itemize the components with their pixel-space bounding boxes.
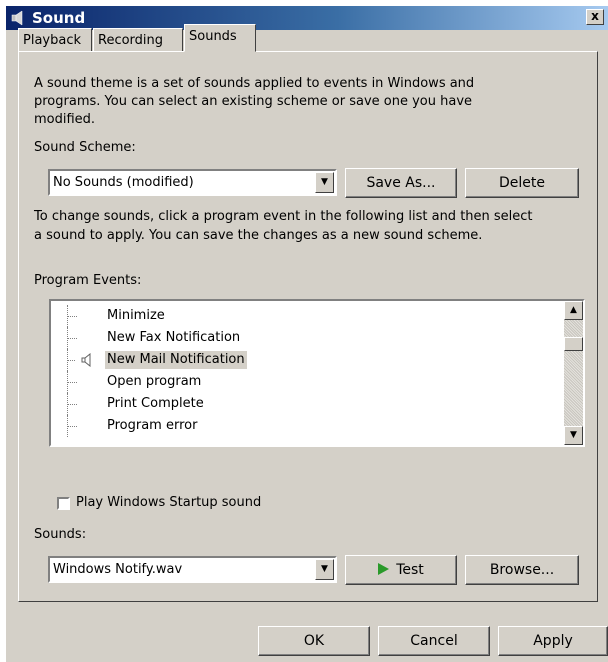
cancel-button[interactable]: Cancel [378, 626, 490, 656]
apply-button[interactable]: Apply [498, 626, 608, 656]
title-bar[interactable]: Sound x [6, 6, 608, 30]
close-button[interactable]: x [586, 9, 604, 25]
sound-dialog: Sound x Playback Recording Sounds A soun… [6, 6, 608, 662]
sounds-tab-panel [18, 51, 598, 602]
tab-playback[interactable]: Playback [18, 28, 92, 52]
ok-button[interactable]: OK [258, 626, 370, 656]
speaker-icon [11, 10, 23, 26]
window-title: Sound [32, 9, 86, 27]
tab-recording[interactable]: Recording [93, 28, 183, 52]
tab-sounds[interactable]: Sounds [184, 24, 256, 52]
